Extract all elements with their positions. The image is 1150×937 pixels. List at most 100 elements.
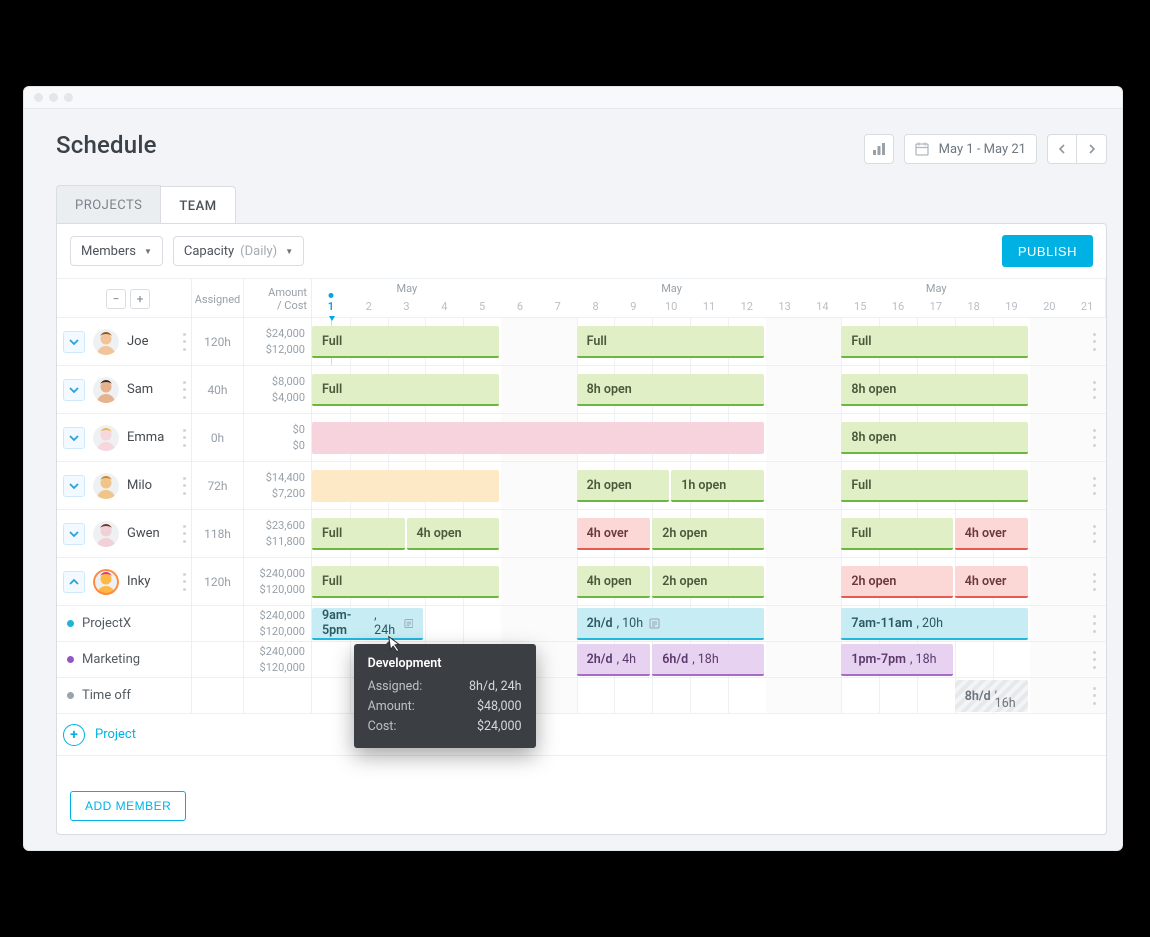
tab-projects[interactable]: PROJECTS: [56, 185, 161, 224]
tab-team[interactable]: TEAM: [161, 186, 235, 225]
schedule-bar[interactable]: Full: [312, 566, 499, 598]
member-menu-button[interactable]: [178, 333, 190, 351]
member-assigned: 120h: [192, 558, 244, 605]
plus-circle-icon: +: [63, 724, 85, 746]
schedule-bar[interactable]: Full: [312, 326, 499, 358]
schedule-bar[interactable]: 2h open: [652, 566, 763, 598]
schedule-bar[interactable]: 8h/d, 16h: [955, 680, 1029, 712]
row-menu-button[interactable]: [1088, 381, 1100, 399]
expand-all-button[interactable]: +: [130, 289, 150, 309]
schedule-bar[interactable]: 2h open: [652, 518, 763, 550]
schedule-bar[interactable]: 4h over: [577, 518, 651, 550]
schedule-bar[interactable]: 6h/d, 18h: [652, 644, 763, 676]
prev-range-button[interactable]: [1047, 134, 1077, 164]
page-title: Schedule: [56, 131, 157, 159]
chevron-left-icon: [1058, 144, 1066, 154]
member-name: Gwen: [127, 526, 160, 541]
member-menu-button[interactable]: [178, 381, 190, 399]
expand-member-button[interactable]: [63, 475, 85, 497]
row-menu-button[interactable]: [1088, 429, 1100, 447]
schedule-bar[interactable]: [312, 470, 499, 502]
schedule-bar[interactable]: 4h over: [955, 518, 1029, 550]
project-name: Marketing: [82, 652, 140, 667]
schedule-bar[interactable]: 1h open: [671, 470, 764, 502]
expand-member-button[interactable]: [63, 571, 85, 593]
member-menu-button[interactable]: [178, 477, 190, 495]
row-menu-button[interactable]: [1088, 573, 1100, 591]
mouse-cursor-icon: [382, 634, 405, 657]
avatar: [93, 569, 119, 595]
chevron-up-icon: [69, 578, 79, 586]
schedule-bar[interactable]: 8h open: [841, 422, 1028, 454]
member-assigned: 0h: [192, 414, 244, 461]
member-menu-button[interactable]: [178, 525, 190, 543]
row-menu-button[interactable]: [1088, 333, 1100, 351]
member-assigned: 120h: [192, 318, 244, 365]
member-amount-cost: $24,000$12,000: [244, 318, 312, 365]
schedule-bar[interactable]: 2h open: [841, 566, 952, 598]
schedule-bar[interactable]: Full: [312, 518, 405, 550]
schedule-bar[interactable]: 8h open: [577, 374, 764, 406]
project-subrow: Time off 8h/d, 16h: [57, 678, 1106, 714]
expand-member-button[interactable]: [63, 523, 85, 545]
chevron-down-icon: [69, 530, 79, 538]
row-menu-button[interactable]: [1088, 477, 1100, 495]
add-member-button[interactable]: ADD MEMBER: [70, 791, 186, 821]
schedule-bar[interactable]: 7am-11am, 20h: [841, 608, 1028, 640]
schedule-bar[interactable]: 4h over: [955, 566, 1029, 598]
note-icon: [649, 618, 660, 629]
traffic-light-min[interactable]: [49, 93, 58, 102]
schedule-bar[interactable]: Full: [841, 470, 1028, 502]
collapse-all-button[interactable]: −: [106, 289, 126, 309]
expand-member-button[interactable]: [63, 427, 85, 449]
publish-button[interactable]: PUBLISH: [1002, 235, 1093, 267]
expand-member-button[interactable]: [63, 331, 85, 353]
schedule-bar[interactable]: 1pm-7pm, 18h: [841, 644, 952, 676]
schedule-bar[interactable]: [312, 422, 764, 454]
schedule-bar[interactable]: 2h open: [577, 470, 670, 502]
caret-down-icon: ▼: [285, 247, 293, 256]
chevron-right-icon: [1088, 144, 1096, 154]
schedule-bar[interactable]: Full: [312, 374, 499, 406]
member-name: Joe: [127, 334, 148, 349]
schedule-bar[interactable]: Full: [577, 326, 764, 358]
project-color-dot: [67, 620, 74, 627]
traffic-light-max[interactable]: [64, 93, 73, 102]
member-row: Inky 120h $240,000$120,000 Full4h open2h…: [57, 558, 1106, 606]
member-row: Emma 0h $0$0 8h open: [57, 414, 1106, 462]
member-amount-cost: $23,600$11,800: [244, 510, 312, 557]
row-menu-button[interactable]: [1088, 687, 1100, 705]
expand-member-button[interactable]: [63, 379, 85, 401]
note-icon: [404, 618, 414, 629]
row-menu-button[interactable]: [1088, 525, 1100, 543]
chevron-down-icon: [69, 434, 79, 442]
chevron-down-icon: [69, 386, 79, 394]
date-range-picker[interactable]: May 1 - May 21: [904, 134, 1037, 164]
schedule-bar[interactable]: 8h open: [841, 374, 1028, 406]
avatar: [93, 425, 119, 451]
project-subrow: Marketing $240,000$120,000 2h/d, 4h6h/d,…: [57, 642, 1106, 678]
schedule-bar[interactable]: 4h open: [577, 566, 651, 598]
caret-down-icon: ▼: [144, 247, 152, 256]
traffic-light-close[interactable]: [34, 93, 43, 102]
capacity-filter-dropdown[interactable]: Capacity (Daily) ▼: [173, 236, 304, 266]
schedule-bar[interactable]: Full: [841, 518, 952, 550]
next-range-button[interactable]: [1077, 134, 1107, 164]
schedule-bar[interactable]: Full: [841, 326, 1028, 358]
project-color-dot: [67, 656, 74, 663]
project-amount-cost: [244, 678, 312, 713]
members-filter-dropdown[interactable]: Members ▼: [70, 236, 163, 266]
chart-toggle-button[interactable]: [864, 134, 894, 164]
member-menu-button[interactable]: [178, 429, 190, 447]
chevron-down-icon: [69, 338, 79, 346]
schedule-bar[interactable]: 9am-5pm, 24h: [312, 608, 423, 640]
schedule-bar[interactable]: 2h/d, 4h: [577, 644, 651, 676]
project-amount-cost: $240,000$120,000: [244, 642, 312, 677]
row-menu-button[interactable]: [1088, 615, 1100, 633]
schedule-bar[interactable]: 4h open: [407, 518, 500, 550]
project-amount-cost: $240,000$120,000: [244, 606, 312, 641]
add-project-button[interactable]: +Project: [57, 714, 1106, 756]
member-menu-button[interactable]: [178, 573, 190, 591]
schedule-bar[interactable]: 2h/d, 10h: [577, 608, 764, 640]
row-menu-button[interactable]: [1088, 651, 1100, 669]
